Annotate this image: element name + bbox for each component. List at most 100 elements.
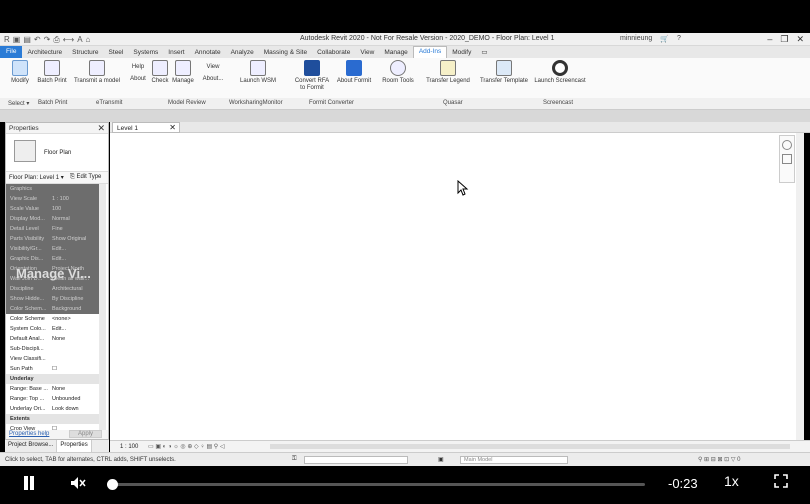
restore-icon[interactable]: ❐ (780, 34, 788, 45)
type-selector[interactable]: Floor Plan: Level 1 ▾ ⎘ Edit Type (6, 172, 108, 184)
property-row[interactable]: Range: Top ... Unbounded (6, 394, 100, 404)
cart-icon[interactable]: 🛒 (660, 35, 669, 43)
tab-properties[interactable]: Properties (57, 440, 92, 452)
property-value[interactable]: Edit... (50, 326, 98, 332)
progress-knob[interactable] (107, 479, 118, 490)
property-row[interactable]: Sun Path ☐ (6, 364, 100, 374)
property-value[interactable]: Background (50, 306, 98, 312)
property-row[interactable]: Graphic Dis... Edit... (6, 254, 100, 264)
manage-button[interactable]: Manage (171, 60, 195, 85)
room-tools-button[interactable]: Room Tools (380, 60, 416, 85)
property-row[interactable]: Sub-Discipli... (6, 344, 100, 354)
tab-collaborate[interactable]: Collaborate (312, 49, 355, 56)
model-selector[interactable]: Main Model (460, 456, 568, 464)
user-name[interactable]: minnieung (620, 35, 652, 43)
property-row[interactable]: Extents (6, 414, 100, 424)
property-row[interactable]: Graphics (6, 184, 100, 194)
view-control-icons[interactable]: ▭ ▣ ◐ ◑ ☼ ◎ ⊕ ◇ ♀ ▤ ⚲ ◁ (148, 443, 224, 450)
property-value[interactable]: <none> (50, 316, 98, 322)
modify-button[interactable]: Modify (8, 60, 32, 85)
panel-select[interactable]: Select ▾ (8, 100, 29, 107)
about-formit-button[interactable]: About Formit (334, 60, 374, 85)
transmit-model-button[interactable]: Transmit a model (72, 60, 122, 85)
property-row[interactable]: Underlay Ori... Look down (6, 404, 100, 414)
tab-annotate[interactable]: Annotate (190, 49, 226, 56)
navigation-bar[interactable] (779, 135, 795, 183)
pause-button[interactable] (22, 476, 36, 490)
drawing-canvas[interactable] (110, 133, 800, 440)
revit-logo-icon[interactable]: R (4, 35, 10, 45)
property-row[interactable]: Color Schem... Background (6, 304, 100, 314)
text-icon[interactable]: A (77, 35, 82, 45)
check-button[interactable]: Check (150, 60, 170, 85)
tab-add-ins[interactable]: Add-Ins (412, 46, 448, 58)
tab-massing-site[interactable]: Massing & Site (259, 49, 312, 56)
ribbon-toggle-icon[interactable]: ▭ (476, 48, 492, 56)
tab-steel[interactable]: Steel (104, 49, 129, 56)
batch-print-button[interactable]: Batch Print (36, 60, 68, 85)
canvas-scrollbar[interactable] (796, 133, 804, 440)
edit-type-button[interactable]: ⎘ Edit Type (70, 174, 101, 181)
open-icon[interactable]: ▣ (13, 35, 21, 45)
property-value[interactable]: Edit... (50, 246, 98, 252)
property-value[interactable]: Show Original (50, 236, 98, 242)
design-options-icon[interactable]: ▣ (438, 456, 444, 463)
property-value[interactable]: 100 (50, 206, 98, 212)
property-value[interactable]: Unbounded (50, 396, 98, 402)
property-value[interactable]: None (50, 336, 98, 342)
tab-modify[interactable]: Modify (447, 49, 476, 56)
property-row[interactable]: Display Mod... Normal (6, 214, 100, 224)
view-scale[interactable]: 1 : 100 (120, 444, 138, 450)
help-icon[interactable]: ? (677, 35, 681, 43)
file-tab[interactable]: File (0, 46, 23, 58)
workset-icon[interactable]: ⚿ (292, 456, 297, 463)
property-value[interactable]: Look down (50, 406, 98, 412)
property-value[interactable]: ☐ (50, 366, 98, 372)
about-view-button[interactable]: View About... (200, 60, 226, 83)
property-value[interactable]: Architectural (50, 286, 98, 292)
tab-view[interactable]: View (355, 49, 379, 56)
selection-filter-icons[interactable]: ⚲ ⊞ ⊟ ⊠ ⊡ ▽ 0 (698, 456, 740, 463)
apply-button[interactable]: Apply (68, 430, 102, 438)
property-row[interactable]: View Classifi... (6, 354, 100, 364)
close-icon[interactable]: ✕ (796, 34, 804, 45)
property-value[interactable]: 1 : 100 (50, 196, 98, 202)
zoom-icon[interactable] (782, 154, 792, 164)
print-icon[interactable]: ⎙ (53, 35, 59, 45)
tab-architecture[interactable]: Architecture (22, 49, 67, 56)
property-row[interactable]: Show Hidde... By Discipline (6, 294, 100, 304)
property-row[interactable]: View Scale 1 : 100 (6, 194, 100, 204)
about-button[interactable]: Help About (127, 60, 149, 83)
measure-icon[interactable]: ⟷ (63, 35, 74, 45)
property-value[interactable]: Fine (50, 226, 98, 232)
property-row[interactable]: Underlay (6, 374, 100, 384)
3d-view-icon[interactable]: ⌂ (86, 35, 91, 45)
undo-icon[interactable]: ↶ (34, 35, 41, 45)
property-value[interactable]: None (50, 386, 98, 392)
tab-project-browser[interactable]: Project Browse... (5, 440, 58, 452)
tab-manage[interactable]: Manage (379, 49, 413, 56)
fullscreen-icon[interactable] (774, 474, 788, 488)
tab-analyze[interactable]: Analyze (226, 49, 259, 56)
close-tab-icon[interactable]: ✕ (169, 123, 176, 132)
transfer-legend-button[interactable]: Transfer Legend (424, 60, 472, 85)
properties-help-link[interactable]: Properties help (9, 431, 49, 437)
horizontal-scrollbar[interactable] (270, 444, 790, 449)
property-row[interactable]: Range: Base ... None (6, 384, 100, 394)
launch-screencast-button[interactable]: Launch Screencast (534, 60, 586, 85)
property-row[interactable]: Discipline Architectural (6, 284, 100, 294)
launch-wsm-button[interactable]: Launch WSM (238, 60, 278, 85)
property-value[interactable]: By Discipline (50, 296, 98, 302)
property-value[interactable]: Normal (50, 216, 98, 222)
workset-selector[interactable] (304, 456, 408, 464)
property-row[interactable]: System Colo... Edit... (6, 324, 100, 334)
property-row[interactable]: Visibility/Gr... Edit... (6, 244, 100, 254)
tab-level-1[interactable]: Level 1 ✕ (112, 122, 180, 133)
tab-insert[interactable]: Insert (163, 49, 189, 56)
tab-structure[interactable]: Structure (67, 49, 103, 56)
property-value[interactable]: Edit... (50, 256, 98, 262)
save-icon[interactable]: ▤ (23, 35, 31, 45)
property-row[interactable]: Parts Visibility Show Original (6, 234, 100, 244)
property-row[interactable]: Default Anal... None (6, 334, 100, 344)
properties-scrollbar[interactable] (99, 184, 106, 430)
